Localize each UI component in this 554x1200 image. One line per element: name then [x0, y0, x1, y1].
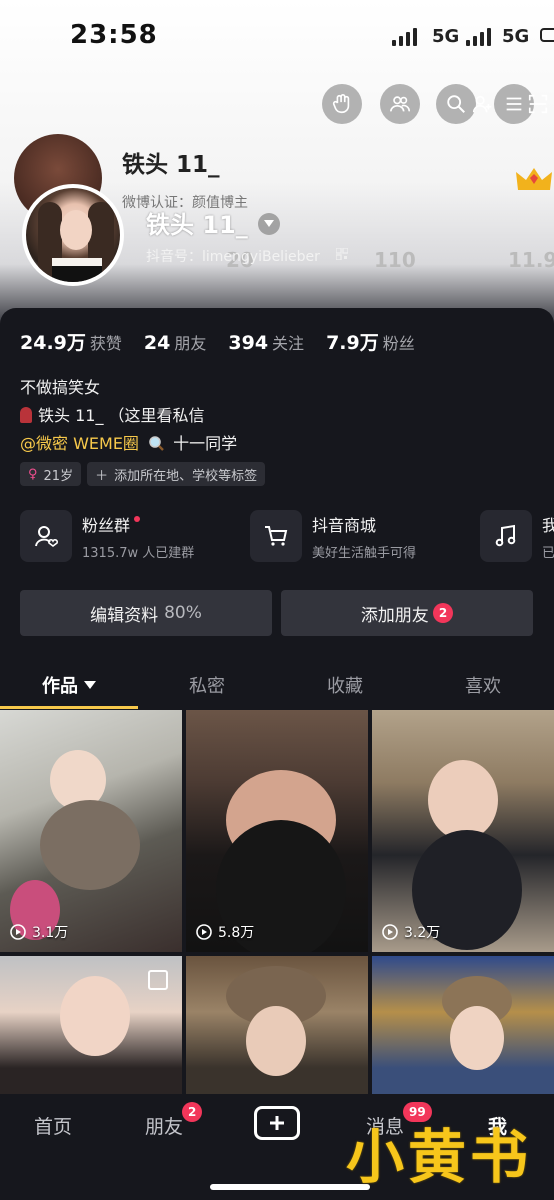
magnifier-icon	[149, 436, 164, 451]
edit-profile-button[interactable]: 编辑资料 80%	[20, 590, 272, 636]
video-thumbnail[interactable]	[0, 956, 182, 1096]
play-icon	[382, 924, 398, 940]
status-bar: 23:58 5G 5G	[0, 18, 554, 58]
stat-likes: 24.9万 获赞	[20, 332, 122, 354]
tab-works[interactable]: 作品	[0, 672, 138, 698]
profile-name: 铁头 11_	[146, 211, 248, 239]
bio: 不做搞笑女 铁头 11_ （这里看私信 @微密 WEME圈 十一同学	[20, 374, 237, 458]
view-count: 3.1万	[10, 922, 68, 942]
video-thumbnail[interactable]: 3.1万	[0, 710, 182, 952]
nav-home[interactable]: 首页	[34, 1112, 72, 1139]
signal-icon	[392, 26, 417, 46]
caret-down-icon	[84, 681, 96, 689]
bio-line: @微密 WEME圈 十一同学	[20, 434, 238, 453]
service-fan-group[interactable]: 粉丝群 1315.7w 人已建群	[20, 510, 194, 562]
video-thumbnail[interactable]	[186, 956, 368, 1096]
tab-private[interactable]: 私密	[138, 672, 276, 698]
profile-header: 23:58 5G 5G 铁头 11_ 微博认证：颜值博主 20 110 11.9	[0, 0, 554, 330]
active-tab-indicator	[0, 706, 138, 709]
bio-mention-link[interactable]: @微密 WEME圈	[20, 434, 139, 453]
video-thumbnail[interactable]: 3.2万	[372, 710, 554, 952]
service-music[interactable]: 我 已	[480, 510, 554, 562]
status-time: 23:58	[70, 20, 158, 50]
play-icon	[10, 924, 26, 940]
network-label: 5G	[432, 26, 460, 47]
add-tag-button[interactable]: ＋添加所在地、学校等标签	[87, 462, 266, 486]
tab-likes[interactable]: 喜欢	[414, 672, 552, 698]
crown-icon	[516, 168, 552, 190]
profile-panel: 24.9万 获赞 24 朋友 394 关注 7.9万 粉丝 不做搞笑女 铁头 11_ （…	[0, 308, 554, 710]
battery-icon	[540, 28, 554, 42]
plus-icon: ＋	[95, 468, 109, 484]
stat-followers[interactable]: 7.9万 粉丝	[326, 328, 415, 355]
avatar[interactable]	[22, 184, 124, 286]
add-friend-button[interactable]: 添加朋友 2	[281, 590, 533, 636]
create-button[interactable]	[254, 1106, 300, 1140]
ghost-number: 110	[374, 248, 416, 272]
play-icon	[196, 924, 212, 940]
visitor-icon[interactable]	[322, 84, 362, 124]
video-grid: 3.1万 5.8万 3.2万	[0, 710, 554, 1096]
signal-icon-2	[466, 26, 491, 46]
stat-following[interactable]: 394 关注	[228, 330, 304, 354]
scan-icon[interactable]	[518, 84, 554, 124]
services-row: 粉丝群 1315.7w 人已建群 抖音商城 美好生活触手可得 我 已	[20, 510, 554, 566]
video-thumbnail[interactable]	[372, 956, 554, 1096]
service-mall[interactable]: 抖音商城 美好生活触手可得	[250, 510, 416, 562]
nav-friends[interactable]: 朋友	[145, 1112, 183, 1139]
stats-row: 24.9万 获赞 24 朋友 394 关注 7.9万 粉丝	[20, 328, 415, 355]
qr-code-icon[interactable]	[336, 248, 348, 260]
cart-icon	[250, 510, 302, 562]
friends-badge: 2	[182, 1102, 203, 1122]
video-thumbnail[interactable]: 5.8万	[186, 710, 368, 952]
bio-line: 不做搞笑女	[20, 378, 101, 397]
view-count: 5.8万	[196, 922, 254, 942]
plus-icon	[270, 1116, 284, 1130]
douyin-id: 抖音号：limengyiBelieber	[146, 249, 320, 265]
tab-favorites[interactable]: 收藏	[276, 672, 414, 698]
chevron-down-icon[interactable]	[258, 213, 280, 235]
ghost-name: 铁头 11_	[122, 152, 220, 178]
fan-group-icon	[20, 510, 72, 562]
watermark-logo: 小黄书	[346, 1123, 533, 1191]
chess-pawn-icon	[20, 407, 32, 423]
female-icon: ♀	[28, 466, 38, 482]
friends-icon[interactable]	[380, 84, 420, 124]
notification-dot	[134, 515, 141, 522]
view-count: 3.2万	[382, 922, 440, 942]
profile-tags: ♀ 21岁 ＋添加所在地、学校等标签	[20, 462, 266, 486]
stat-friends[interactable]: 24 朋友	[144, 330, 206, 354]
music-icon	[480, 510, 532, 562]
content-tabs: 作品 私密 收藏 喜欢	[0, 660, 554, 710]
network-label-2: 5G	[502, 26, 530, 47]
add-friend-badge: 2	[432, 603, 454, 623]
ghost-number: 11.9	[508, 248, 554, 272]
age-tag: ♀ 21岁	[20, 462, 82, 486]
bio-line: 铁头 11_ （这里看私信	[20, 402, 237, 430]
pinned-icon	[148, 970, 168, 990]
